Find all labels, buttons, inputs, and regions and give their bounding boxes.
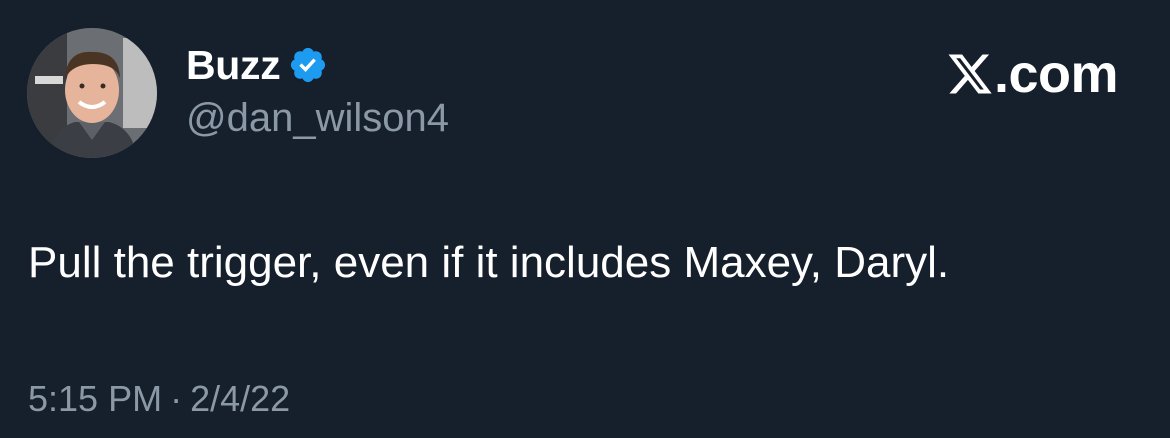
avatar-photo: [27, 28, 157, 158]
tweet-card: Buzz @dan_wilson4 .com Pull the trigger,…: [0, 0, 1170, 438]
tweet-date: 2/4/22: [190, 378, 291, 419]
display-name-row[interactable]: Buzz: [186, 40, 328, 90]
user-handle[interactable]: @dan_wilson4: [186, 96, 449, 141]
tweet-timestamp[interactable]: 5:15 PM · 2/4/22: [28, 378, 290, 420]
tweet-time: 5:15 PM: [28, 378, 163, 419]
avatar[interactable]: [27, 28, 157, 158]
tweet-text: Pull the trigger, even if it includes Ma…: [28, 238, 950, 287]
verified-badge-icon: [288, 45, 328, 85]
brand-watermark: .com: [946, 44, 1119, 104]
meta-separator: ·: [170, 378, 183, 419]
x-logo-icon: [946, 50, 994, 98]
brand-text: .com: [993, 44, 1119, 104]
display-name[interactable]: Buzz: [186, 42, 281, 89]
